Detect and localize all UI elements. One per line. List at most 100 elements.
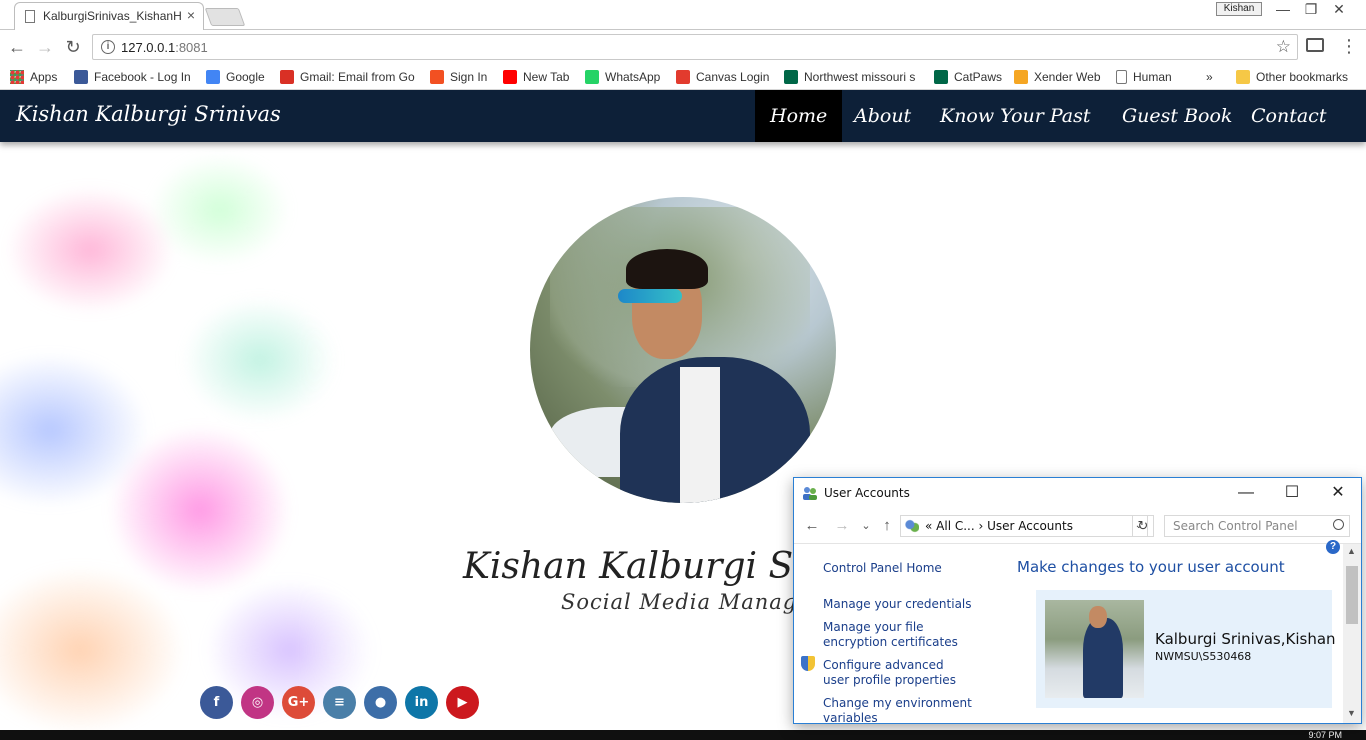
bookmark-0[interactable]: Apps: [10, 68, 57, 86]
bookmark-8[interactable]: Northwest missouri s: [784, 68, 915, 86]
instagram-icon[interactable]: ◎: [241, 686, 274, 719]
url-port: :8081: [175, 40, 208, 55]
site-brand[interactable]: Kishan Kalburgi Srinivas: [16, 102, 281, 126]
site-info-icon[interactable]: i: [101, 40, 115, 54]
browser-tab[interactable]: KalburgiSrinivas_KishanH ×: [14, 2, 204, 30]
control-panel-icon: [905, 519, 919, 533]
link-control-panel-home[interactable]: Control Panel Home: [823, 561, 942, 576]
bookmark-10[interactable]: Xender Web: [1014, 68, 1101, 86]
photo-person: [1083, 618, 1123, 698]
bookmark-label: CatPaws: [954, 70, 1003, 84]
nav-contact[interactable]: Contact: [1236, 90, 1341, 142]
search-icon: [1333, 519, 1344, 530]
account-name: Kalburgi Srinivas,Kishan: [1155, 630, 1336, 648]
ua-heading: Make changes to your user account: [1017, 558, 1285, 576]
bookmark-3[interactable]: Gmail: Email from Go: [280, 68, 415, 86]
bookmark-star-icon[interactable]: ☆: [1276, 37, 1291, 57]
bookmark-9[interactable]: CatPaws: [934, 68, 1002, 86]
ua-content: Control Panel Home Manage your credentia…: [794, 540, 1361, 723]
cast-icon[interactable]: [1306, 38, 1324, 52]
bookmark-13[interactable]: Other bookmarks: [1236, 68, 1348, 86]
youtube-icon[interactable]: ▶: [446, 686, 479, 719]
profile-badge[interactable]: Kishan: [1216, 2, 1262, 16]
bookmark-2[interactable]: Google: [206, 68, 265, 86]
bookmark-12[interactable]: »: [1206, 68, 1213, 86]
bookmark-label: New Tab: [523, 70, 570, 84]
catpaws-icon: [934, 70, 948, 84]
bookmark-6[interactable]: WhatsApp: [585, 68, 660, 86]
new-tab-button[interactable]: [204, 8, 246, 26]
marble-background: [0, 130, 520, 730]
window-close-button[interactable]: ✕: [1324, 0, 1354, 18]
ua-up-icon[interactable]: ↑: [877, 517, 897, 534]
google-plus-icon[interactable]: G+: [282, 686, 315, 719]
ua-maximize-button[interactable]: ☐: [1269, 478, 1315, 508]
ua-back-icon[interactable]: ←: [802, 517, 822, 534]
bookmark-label: Gmail: Email from Go: [300, 70, 415, 84]
nav-guest-book[interactable]: Guest Book: [1107, 90, 1247, 142]
scroll-down-icon[interactable]: ▼: [1347, 708, 1356, 718]
screen: KalburgiSrinivas_KishanH × Kishan — ❐ ✕ …: [0, 0, 1366, 740]
linkedin-icon[interactable]: in: [405, 686, 438, 719]
hero-name: Kishan Kalburgi Sr: [463, 546, 811, 587]
ua-refresh-button[interactable]: ↻: [1132, 515, 1154, 537]
taskbar-clock[interactable]: 9:07 PM: [1308, 730, 1342, 740]
bookmark-label: Apps: [30, 70, 58, 84]
account-photo[interactable]: [1045, 600, 1144, 698]
github-icon[interactable]: ●: [364, 686, 397, 719]
user-accounts-icon: [803, 487, 817, 500]
ua-close-button[interactable]: ✕: [1315, 478, 1361, 508]
bucket-icon[interactable]: ≡: [323, 686, 356, 719]
bookmark-label: »: [1206, 70, 1213, 84]
youtube-icon: [503, 70, 517, 84]
reload-button[interactable]: ↻: [62, 36, 84, 58]
address-bar[interactable]: i 127.0.0.1:8081 ☆: [92, 34, 1298, 60]
ua-recent-icon[interactable]: ⌄: [856, 519, 876, 532]
ua-titlebar[interactable]: User Accounts — ☐ ✕: [794, 478, 1361, 508]
bookmark-label: WhatsApp: [605, 70, 661, 84]
google-icon: [206, 70, 220, 84]
photo-head: [1089, 606, 1107, 628]
link-advanced-profile[interactable]: Configure advanced user profile properti…: [823, 658, 973, 688]
bookmark-7[interactable]: Canvas Login: [676, 68, 769, 86]
window-restore-button[interactable]: ❐: [1296, 0, 1326, 18]
bookmarks-bar: Apps Facebook - Log In Google Gmail: Email …: [0, 64, 1366, 90]
link-file-encryption[interactable]: Manage your file encryption certificates: [823, 620, 988, 650]
bookmark-label: Sign In: [450, 70, 488, 84]
bookmark-11[interactable]: Human: [1116, 68, 1172, 86]
browser-menu-icon[interactable]: ⋮: [1340, 36, 1358, 56]
ua-forward-icon[interactable]: →: [832, 517, 852, 534]
bookmark-5[interactable]: New Tab: [503, 68, 569, 86]
nav-know-your-past[interactable]: Know Your Past: [925, 90, 1106, 142]
ua-scrollbar[interactable]: ▲ ▼: [1343, 544, 1361, 723]
ua-address-path[interactable]: « All C... › User Accounts ⌄: [900, 515, 1148, 537]
back-button[interactable]: ←: [6, 36, 28, 58]
forward-button[interactable]: →: [34, 36, 56, 58]
bookmark-4[interactable]: Sign In: [430, 68, 487, 86]
canvas-icon: [676, 70, 690, 84]
facebook-icon[interactable]: f: [200, 686, 233, 719]
browser-tab-strip: KalburgiSrinivas_KishanH × Kishan — ❐ ✕: [0, 0, 1366, 30]
window-minimize-button[interactable]: —: [1268, 0, 1298, 18]
page-icon: [25, 10, 35, 23]
nav-home[interactable]: Home: [755, 90, 843, 142]
link-environment-variables[interactable]: Change my environment variables: [823, 696, 973, 723]
user-accounts-window: User Accounts — ☐ ✕ ← → ⌄ ↑ « All C... ›…: [793, 477, 1362, 724]
nav-about[interactable]: About: [839, 90, 926, 142]
bookmark-1[interactable]: Facebook - Log In: [74, 68, 191, 86]
bookmark-label: Facebook - Log In: [94, 70, 191, 84]
url-text[interactable]: 127.0.0.1:8081: [121, 40, 208, 55]
scroll-up-icon[interactable]: ▲: [1347, 546, 1356, 556]
photo-shirt: [680, 367, 720, 503]
ua-minimize-button[interactable]: —: [1223, 478, 1269, 508]
browser-toolbar: ← → ↻ i 127.0.0.1:8081 ☆ ⋮: [0, 30, 1366, 64]
ua-search-input[interactable]: Search Control Panel: [1164, 515, 1350, 537]
ua-window-title: User Accounts: [824, 486, 910, 500]
ua-breadcrumb: « All C... › User Accounts: [925, 519, 1073, 533]
ua-navigation-bar: ← → ⌄ ↑ « All C... › User Accounts ⌄ ↻ S…: [794, 508, 1361, 544]
close-tab-icon[interactable]: ×: [187, 7, 195, 23]
help-icon[interactable]: ?: [1326, 540, 1340, 554]
scroll-thumb[interactable]: [1346, 566, 1358, 624]
bookmark-label: Canvas Login: [696, 70, 770, 84]
link-manage-credentials[interactable]: Manage your credentials: [823, 597, 972, 612]
